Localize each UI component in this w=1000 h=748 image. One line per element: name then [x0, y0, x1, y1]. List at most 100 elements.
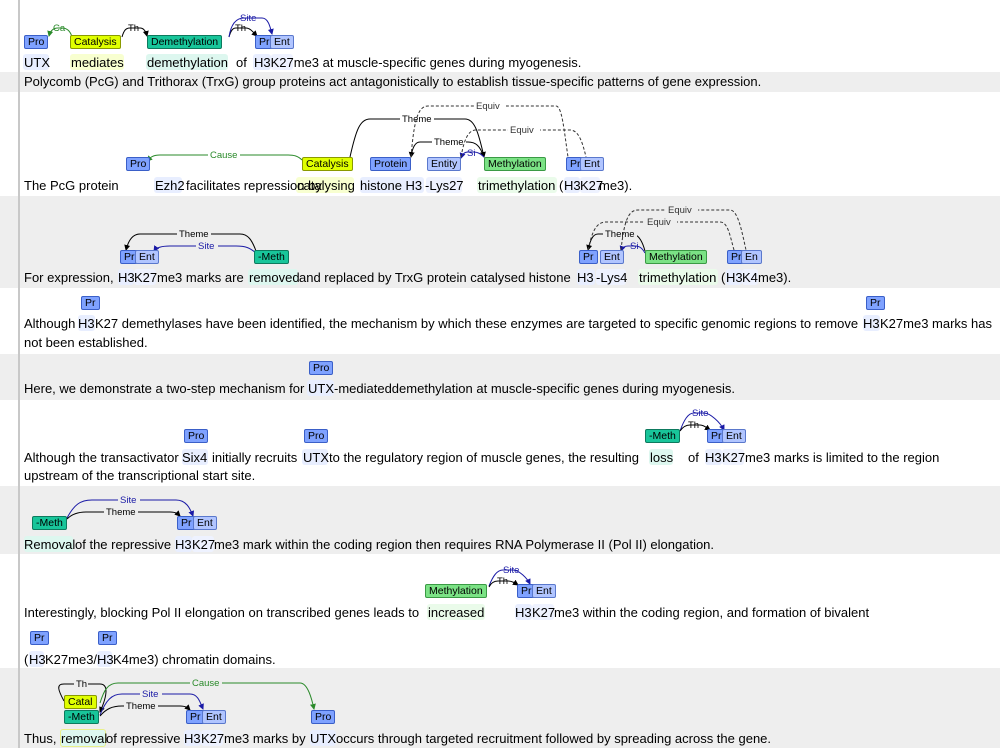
label-demethylation[interactable]: Demethylation — [147, 35, 223, 49]
label-entity[interactable]: Ent — [193, 516, 217, 530]
token[interactable]: catalysing — [297, 178, 355, 194]
token[interactable]: K27 — [201, 731, 224, 747]
token: K27 demethylases have been identified, t… — [95, 316, 859, 331]
token[interactable]: H3 — [564, 178, 581, 194]
token[interactable]: mediates — [71, 55, 124, 71]
label-protein[interactable]: Pr — [579, 250, 598, 264]
token[interactable]: K27 — [722, 450, 745, 466]
token: me3 marks is limited to the region — [745, 450, 940, 465]
token: me3 marks by — [224, 731, 306, 746]
token[interactable]: H3 — [118, 270, 135, 286]
label-protein[interactable]: Pr — [30, 631, 49, 645]
arc-label: Theme — [434, 137, 464, 148]
label-protein[interactable]: Pro — [311, 710, 336, 724]
token: K4me3) chromatin domains. — [113, 652, 276, 667]
token[interactable]: UTX — [24, 55, 50, 71]
arc-label: Equiv — [476, 101, 500, 112]
token: K27me3 marks has — [880, 316, 992, 331]
token[interactable]: increased — [428, 605, 484, 621]
label-catalysis[interactable]: Catal — [64, 695, 97, 709]
token[interactable]: H3 — [78, 316, 95, 332]
sentence-text: Polycomb (PcG) and Trithorax (TrxG) grou… — [24, 74, 762, 89]
token[interactable]: -Lys4 — [596, 270, 627, 286]
label-methylation[interactable]: Methylation — [425, 584, 487, 598]
label-protein[interactable]: Pro — [184, 429, 209, 443]
token: Although the transactivator — [24, 450, 179, 465]
label-methylation[interactable]: Methylation — [484, 157, 546, 171]
token[interactable]: UTX — [308, 381, 334, 397]
token[interactable]: H3 — [184, 731, 201, 747]
token[interactable]: Removal — [24, 537, 75, 553]
token[interactable]: loss — [650, 450, 673, 466]
token[interactable]: removal — [61, 731, 107, 747]
token[interactable]: H3 — [577, 270, 594, 286]
token[interactable]: H3 — [515, 605, 532, 621]
token[interactable]: removed — [249, 270, 300, 286]
label-catalysis[interactable]: Catalysis — [302, 157, 353, 171]
label-protein[interactable]: Pr — [81, 296, 100, 310]
label-protein[interactable]: Pro — [126, 157, 151, 171]
token: For expression, — [24, 270, 114, 285]
label-entity[interactable]: Ent — [600, 250, 624, 264]
label-entity[interactable]: Ent — [270, 35, 294, 49]
label-entity[interactable]: Ent — [532, 584, 556, 598]
arc-label: Ca — [53, 23, 66, 34]
label-protein[interactable]: Pro — [24, 35, 49, 49]
label-entity[interactable]: Ent — [722, 429, 746, 443]
label-methylation[interactable]: Methylation — [645, 250, 707, 264]
arc-label: Th — [235, 23, 246, 34]
label-protein[interactable]: Pro — [304, 429, 329, 443]
label-demethylation[interactable]: -Meth — [32, 516, 67, 530]
label-catalysis[interactable]: Catalysis — [70, 35, 121, 49]
label-demethylation[interactable]: -Meth — [645, 429, 680, 443]
token: -mediateddemethylation at muscle-specifi… — [334, 381, 736, 396]
token[interactable]: K27 — [192, 537, 215, 553]
token[interactable]: K27 — [532, 605, 555, 621]
token[interactable]: UTX — [310, 731, 336, 747]
token: me3 mark within the coding region then r… — [214, 537, 715, 552]
token[interactable]: trimethylation — [639, 270, 716, 286]
token[interactable]: UTX — [303, 450, 329, 466]
arc-label: Site — [120, 495, 136, 506]
label-protein[interactable]: Pr — [866, 296, 885, 310]
sentence-text: upstream of the transcriptional start si… — [24, 468, 256, 483]
token[interactable]: trimethylation — [478, 178, 555, 194]
token[interactable]: K4 — [742, 270, 758, 286]
label-protein[interactable]: Pro — [309, 361, 334, 375]
token: of repressive — [106, 731, 181, 746]
token[interactable]: histone H3 — [360, 178, 422, 194]
label-entity[interactable]: En — [741, 250, 762, 264]
arc-label: Cause — [210, 150, 237, 161]
arc-label: Th — [128, 23, 139, 34]
label-entity[interactable]: Ent — [135, 250, 159, 264]
token: H3K27me3 at muscle-specific genes during… — [254, 55, 582, 70]
token[interactable]: K27 — [134, 270, 157, 286]
token[interactable]: Ezh2 — [155, 178, 185, 194]
left-gutter-line — [18, 0, 20, 748]
token: Here, we demonstrate a two-step mechanis… — [24, 381, 305, 396]
label-entity[interactable]: Ent — [580, 157, 604, 171]
token[interactable]: H3 — [705, 450, 722, 466]
arc-label: Site — [503, 565, 519, 576]
token: me3 within the coding region, and format… — [554, 605, 870, 620]
token[interactable]: Six4 — [182, 450, 207, 466]
arc-label: Cause — [192, 678, 219, 689]
token: Interestingly, blocking Pol II elongatio… — [24, 605, 420, 620]
label-demethylation[interactable]: -Meth — [64, 710, 99, 724]
arc-label: Si — [630, 241, 638, 252]
label-entity[interactable]: Entity — [427, 157, 462, 171]
token[interactable]: H3 — [97, 652, 114, 668]
label-demethylation[interactable]: -Meth — [254, 250, 289, 264]
token: me3 marks are — [157, 270, 244, 285]
token[interactable]: -Lys27 — [425, 178, 464, 194]
label-protein[interactable]: Protein — [370, 157, 412, 171]
label-entity[interactable]: Ent — [202, 710, 226, 724]
token: ( — [721, 270, 726, 285]
token[interactable]: H3 — [29, 652, 46, 668]
token[interactable]: H3 — [863, 316, 880, 332]
label-protein[interactable]: Pr — [98, 631, 117, 645]
token: ( — [559, 178, 564, 193]
token[interactable]: H3 — [175, 537, 192, 553]
token[interactable]: H3 — [726, 270, 743, 286]
token[interactable]: demethylation — [147, 55, 228, 71]
